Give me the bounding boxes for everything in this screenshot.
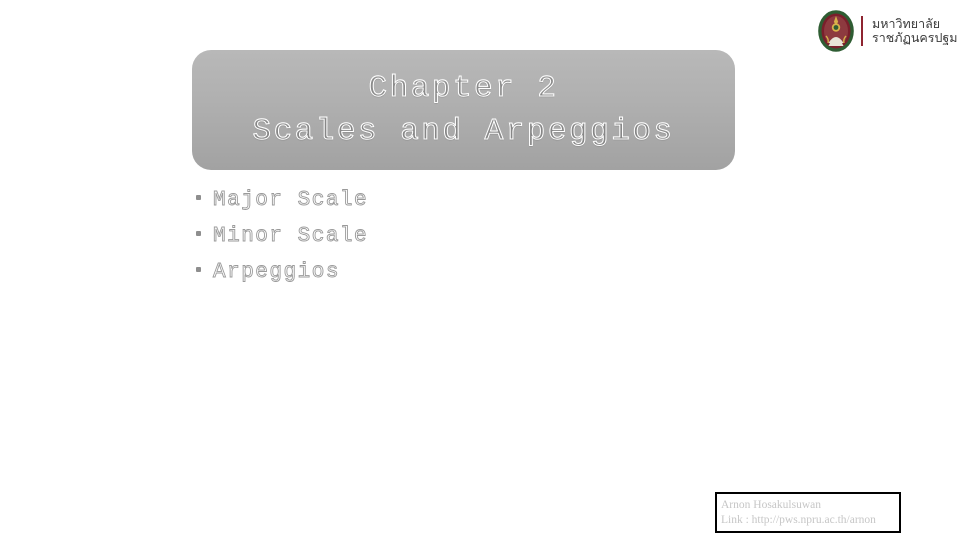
university-logo: มหาวิทยาลัย ราชภัฏนครปฐม bbox=[817, 8, 958, 54]
list-item-label: Arpeggios bbox=[213, 261, 340, 285]
title-panel: Chapter 2 Scales and Arpeggios bbox=[192, 50, 735, 170]
university-name-line1: มหาวิทยาลัย bbox=[872, 16, 941, 31]
university-name-line2: ราชภัฏนครปฐม bbox=[872, 30, 958, 45]
bullet-dot-icon bbox=[196, 195, 201, 200]
university-name: มหาวิทยาลัย ราชภัฏนครปฐม bbox=[872, 17, 958, 45]
list-item: Major Scale bbox=[196, 189, 616, 225]
author-link[interactable]: Link : http://pws.npru.ac.th/arnon bbox=[721, 513, 899, 528]
topic-bullet-list: Major Scale Minor Scale Arpeggios bbox=[196, 189, 616, 297]
logo-divider bbox=[861, 16, 863, 46]
list-item-label: Major Scale bbox=[213, 189, 369, 213]
list-item: Minor Scale bbox=[196, 225, 616, 261]
author-name: Arnon Hosakulsuwan bbox=[721, 499, 821, 511]
author-credit-box: Arnon Hosakulsuwan Link : http://pws.npr… bbox=[715, 492, 901, 533]
university-seal-icon bbox=[817, 9, 855, 53]
bullet-dot-icon bbox=[196, 231, 201, 236]
presentation-slide: มหาวิทยาลัย ราชภัฏนครปฐม Chapter 2 Scale… bbox=[0, 0, 960, 540]
list-item-label: Minor Scale bbox=[213, 225, 369, 249]
bullet-dot-icon bbox=[196, 267, 201, 272]
slide-title-line-2: Scales and Arpeggios bbox=[252, 114, 675, 150]
slide-title-line-1: Chapter 2 bbox=[368, 71, 559, 107]
list-item: Arpeggios bbox=[196, 261, 616, 297]
